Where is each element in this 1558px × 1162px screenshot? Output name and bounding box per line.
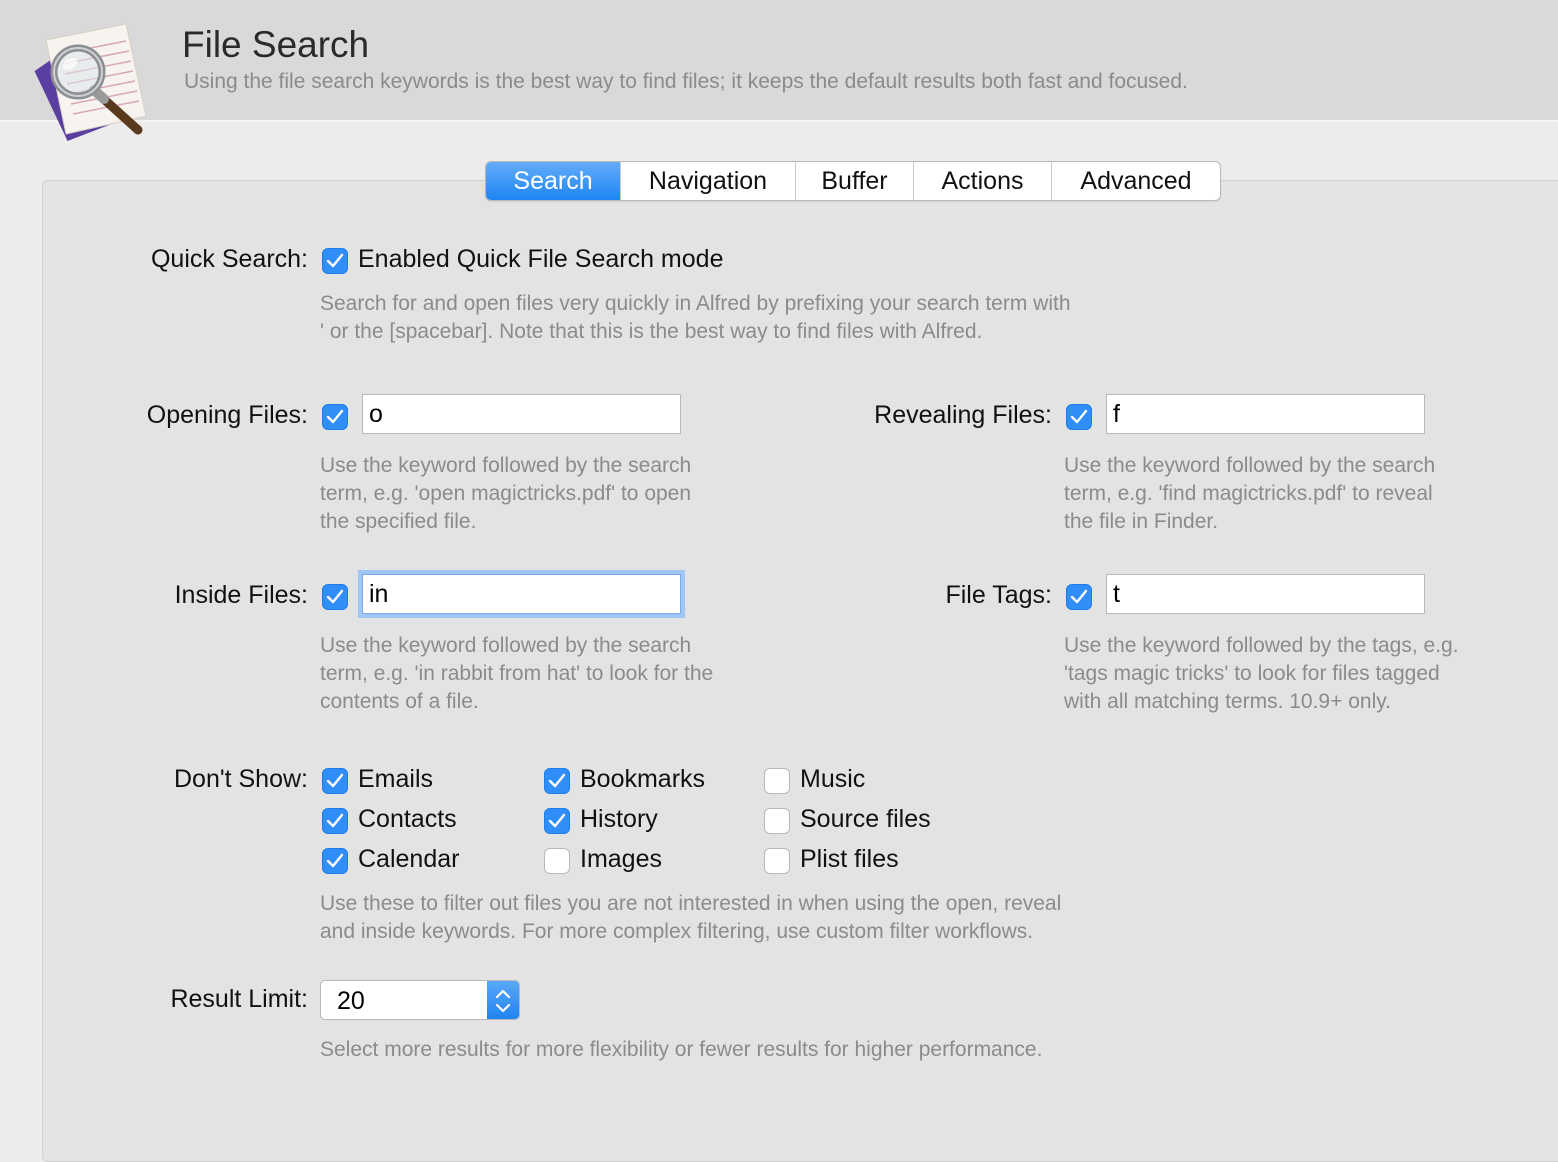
result-limit-value: 20	[337, 987, 365, 1015]
page-subtitle: Using the file search keywords is the be…	[184, 70, 1188, 93]
tab-bar: Search Navigation Buffer Actions Advance…	[485, 161, 1221, 201]
tab-actions[interactable]: Actions	[913, 162, 1051, 200]
tab-search[interactable]: Search	[486, 162, 620, 200]
inside-files-label: Inside Files:	[174, 581, 308, 609]
file-tags-label: File Tags:	[945, 581, 1052, 609]
revealing-files-keyword-field[interactable]: f	[1106, 394, 1425, 434]
description-line: Select more results for more flexibility…	[320, 1038, 1043, 1061]
opening-files-checkbox[interactable]	[322, 404, 348, 430]
opening-files-description: Use the keyword followed by the search t…	[320, 452, 691, 536]
description-line: Use the keyword followed by the tags, e.…	[1064, 634, 1459, 657]
description-line: Search for and open files very quickly i…	[320, 292, 1071, 315]
revealing-files-label: Revealing Files:	[874, 401, 1052, 429]
tab-buffer[interactable]: Buffer	[795, 162, 913, 200]
revealing-files-description: Use the keyword followed by the search t…	[1064, 452, 1435, 536]
dont-show-emails-label[interactable]: Emails	[358, 765, 433, 794]
dont-show-emails-checkbox[interactable]	[322, 768, 348, 794]
dont-show-description: Use these to filter out files you are no…	[320, 890, 1061, 946]
description-line: the file in Finder.	[1064, 510, 1219, 533]
description-line: ' or the [spacebar]. Note that this is t…	[320, 320, 983, 343]
description-line: with all matching terms. 10.9+ only.	[1064, 690, 1392, 713]
checkmark-icon	[326, 409, 344, 424]
dont-show-bookmarks-checkbox[interactable]	[544, 768, 570, 794]
dont-show-bookmarks-label[interactable]: Bookmarks	[580, 765, 705, 794]
inside-files-description: Use the keyword followed by the search t…	[320, 632, 713, 716]
quick-search-label: Quick Search:	[150, 245, 308, 273]
dont-show-contacts-label[interactable]: Contacts	[358, 805, 457, 834]
inside-files-checkbox[interactable]	[322, 584, 348, 610]
description-line: Use the keyword followed by the search	[320, 634, 692, 657]
description-line: Use the keyword followed by the search	[1064, 454, 1436, 477]
checkmark-icon	[1070, 589, 1088, 604]
dont-show-plist-files-checkbox[interactable]	[764, 848, 790, 874]
description-line: Use the keyword followed by the search	[320, 454, 692, 477]
dont-show-music-checkbox[interactable]	[764, 768, 790, 794]
quick-search-checkbox-label[interactable]: Enabled Quick File Search mode	[358, 245, 723, 274]
file-tags-checkbox[interactable]	[1066, 584, 1092, 610]
description-line: term, e.g. 'in rabbit from hat' to look …	[320, 662, 714, 685]
checkmark-icon	[326, 773, 344, 788]
checkmark-icon	[548, 813, 566, 828]
up-down-chevron-icon[interactable]	[487, 981, 519, 1019]
opening-files-label: Opening Files:	[146, 401, 308, 429]
quick-search-checkbox[interactable]	[322, 248, 348, 274]
inside-files-keyword-field[interactable]: in	[362, 574, 681, 614]
description-line: the specified file.	[320, 510, 477, 533]
dont-show-music-label[interactable]: Music	[800, 765, 865, 794]
result-limit-select[interactable]: 20	[320, 980, 520, 1020]
dont-show-calendar-label[interactable]: Calendar	[358, 845, 459, 874]
result-limit-label: Result Limit:	[170, 985, 308, 1013]
description-line: 'tags magic tricks' to look for files ta…	[1064, 662, 1440, 685]
tab-navigation[interactable]: Navigation	[620, 162, 795, 200]
result-limit-description: Select more results for more flexibility…	[320, 1036, 1042, 1064]
revealing-files-checkbox[interactable]	[1066, 404, 1092, 430]
checkmark-icon	[1070, 409, 1088, 424]
description-line: term, e.g. 'find magictricks.pdf' to rev…	[1064, 482, 1433, 505]
tab-advanced[interactable]: Advanced	[1051, 162, 1220, 200]
description-line: contents of a file.	[320, 690, 479, 713]
dont-show-calendar-checkbox[interactable]	[322, 848, 348, 874]
checkmark-icon	[326, 589, 344, 604]
checkmark-icon	[326, 853, 344, 868]
dont-show-label: Don't Show:	[173, 765, 308, 793]
dont-show-history-label[interactable]: History	[580, 805, 658, 834]
file-search-magnifier-icon	[30, 20, 154, 144]
dont-show-source-files-label[interactable]: Source files	[800, 805, 931, 834]
checkmark-icon	[326, 813, 344, 828]
checkmark-icon	[326, 253, 344, 268]
description-line: and inside keywords. For more complex fi…	[320, 920, 1034, 943]
header-divider	[0, 120, 1558, 122]
description-line: term, e.g. 'open magictricks.pdf' to ope…	[320, 482, 692, 505]
dont-show-source-files-checkbox[interactable]	[764, 808, 790, 834]
checkmark-icon	[548, 773, 566, 788]
opening-files-keyword-field[interactable]: o	[362, 394, 681, 434]
dont-show-history-checkbox[interactable]	[544, 808, 570, 834]
dont-show-images-label[interactable]: Images	[580, 845, 662, 874]
description-line: Use these to filter out files you are no…	[320, 892, 1062, 915]
file-tags-description: Use the keyword followed by the tags, e.…	[1064, 632, 1459, 716]
dont-show-images-checkbox[interactable]	[544, 848, 570, 874]
file-tags-keyword-field[interactable]: t	[1106, 574, 1425, 614]
dont-show-contacts-checkbox[interactable]	[322, 808, 348, 834]
page-title: File Search	[182, 24, 370, 65]
quick-search-description: Search for and open files very quickly i…	[320, 290, 1071, 346]
dont-show-plist-files-label[interactable]: Plist files	[800, 845, 899, 874]
